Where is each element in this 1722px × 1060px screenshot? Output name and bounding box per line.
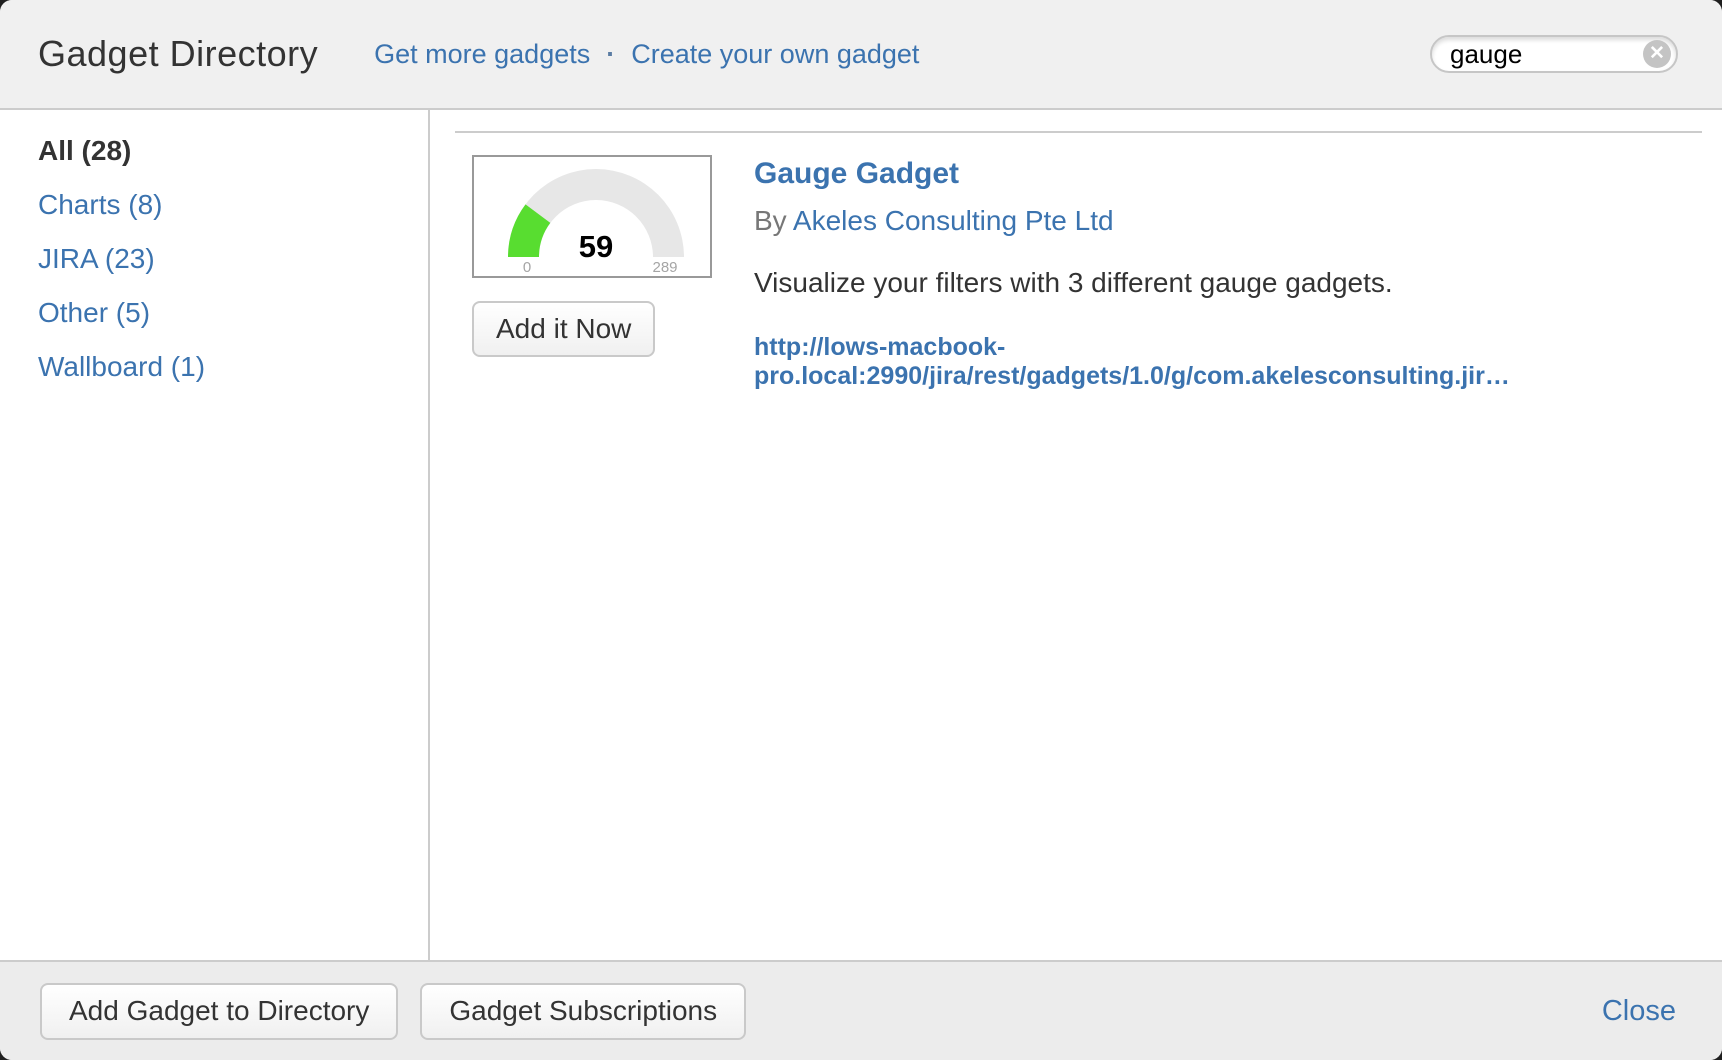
- search-box: ✕: [1430, 35, 1678, 73]
- gauge-max-label: 289: [652, 259, 677, 276]
- gauge-min-label: 0: [523, 259, 531, 276]
- gadget-subscriptions-button[interactable]: Gadget Subscriptions: [420, 983, 746, 1040]
- page-title: Gadget Directory: [38, 33, 318, 75]
- category-sidebar: All (28) Charts (8) JIRA (23) Other (5) …: [0, 110, 430, 960]
- vendor-link[interactable]: Akeles Consulting Pte Ltd: [793, 205, 1114, 236]
- dialog-body: All (28) Charts (8) JIRA (23) Other (5) …: [0, 110, 1722, 960]
- sidebar-item-wallboard[interactable]: Wallboard (1): [38, 352, 428, 382]
- sidebar-item-all: All (28): [38, 136, 428, 166]
- gadget-card: 59 0 289 Add it Now Gauge Gadget By Akel…: [472, 155, 1702, 391]
- sidebar-item-jira[interactable]: JIRA (23): [38, 244, 428, 274]
- gadget-url-link[interactable]: http://lows-macbook-pro.local:2990/jira/…: [754, 333, 1702, 391]
- dialog-footer: Add Gadget to Directory Gadget Subscript…: [0, 960, 1722, 1060]
- by-prefix: By: [754, 205, 787, 236]
- get-more-gadgets-link[interactable]: Get more gadgets: [374, 39, 590, 70]
- gauge-value-label: 59: [579, 229, 613, 264]
- gadget-description: Visualize your filters with 3 different …: [754, 267, 1702, 299]
- clear-search-icon[interactable]: ✕: [1643, 40, 1671, 68]
- close-link[interactable]: Close: [1602, 995, 1676, 1028]
- sidebar-item-other[interactable]: Other (5): [38, 298, 428, 328]
- gauge-chart-icon: 59 0 289: [474, 157, 710, 276]
- gadget-directory-dialog: Gadget Directory Get more gadgets · Crea…: [0, 0, 1722, 1060]
- add-gadget-to-directory-button[interactable]: Add Gadget to Directory: [40, 983, 398, 1040]
- sidebar-item-charts[interactable]: Charts (8): [38, 190, 428, 220]
- dialog-header: Gadget Directory Get more gadgets · Crea…: [0, 0, 1722, 110]
- list-divider: [455, 131, 1702, 133]
- link-separator: ·: [606, 39, 615, 70]
- gadget-list: 59 0 289 Add it Now Gauge Gadget By Akel…: [430, 110, 1722, 960]
- create-your-own-gadget-link[interactable]: Create your own gadget: [631, 39, 919, 70]
- add-it-now-button[interactable]: Add it Now: [472, 301, 655, 357]
- header-links: Get more gadgets · Create your own gadge…: [374, 39, 919, 70]
- search-input[interactable]: [1430, 35, 1678, 73]
- gadget-title-link[interactable]: Gauge Gadget: [754, 157, 959, 191]
- gadget-byline: By Akeles Consulting Pte Ltd: [754, 205, 1702, 237]
- gauge-thumbnail: 59 0 289: [472, 155, 712, 278]
